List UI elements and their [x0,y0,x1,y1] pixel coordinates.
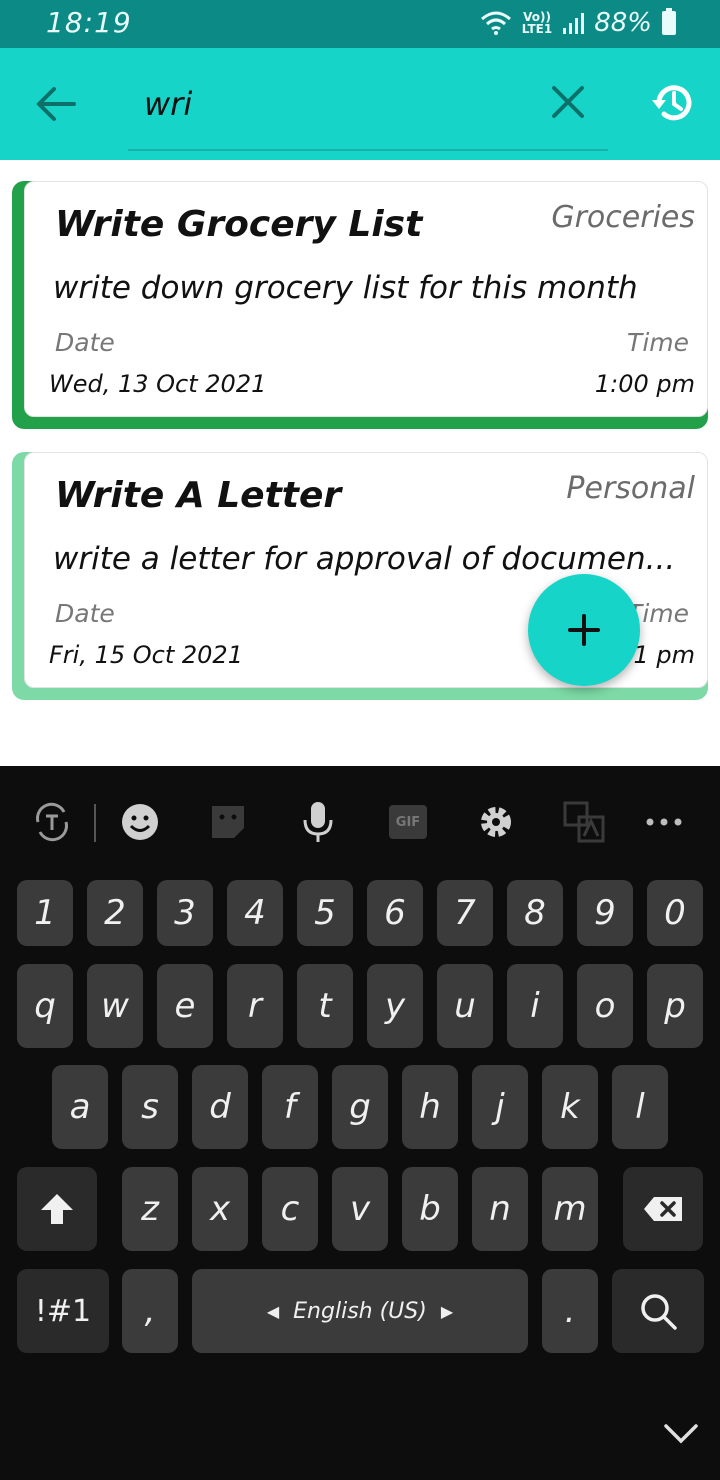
translate-screen-icon[interactable] [562,800,606,844]
key-o[interactable]: o [577,964,633,1048]
period-key[interactable]: . [542,1269,598,1353]
key-t[interactable]: t [297,964,353,1048]
search-input[interactable] [128,72,608,136]
key-y[interactable]: y [367,964,423,1048]
key-7[interactable]: 7 [437,880,493,946]
more-icon[interactable] [642,800,686,844]
key-w[interactable]: w [87,964,143,1048]
mic-icon[interactable] [296,800,340,844]
note-card-body: Write Grocery List Groceries write down … [24,181,708,417]
symbols-key[interactable]: !#1 [17,1269,109,1353]
key-2[interactable]: 2 [87,880,143,946]
keyboard-toolbar: GIF [0,766,720,876]
key-e[interactable]: e [157,964,213,1048]
key-q[interactable]: q [17,964,73,1048]
comma-key[interactable]: , [122,1269,178,1353]
key-l[interactable]: l [612,1065,668,1149]
add-note-button[interactable] [528,574,640,686]
battery-icon [662,8,676,35]
key-6[interactable]: 6 [367,880,423,946]
signal-icon [563,13,585,34]
note-title: Write A Letter [55,475,342,516]
on-screen-keyboard: GIF 1 2 3 4 5 6 7 8 9 0 q w e r t y u i … [0,766,720,1480]
key-z[interactable]: z [122,1167,178,1251]
note-time: 1:00 pm [594,370,695,398]
key-3[interactable]: 3 [157,880,213,946]
triangle-right-icon: ▶ [440,1301,454,1321]
key-r[interactable]: r [227,964,283,1048]
key-v[interactable]: v [332,1167,388,1251]
note-time: 1 pm [633,641,695,669]
history-icon[interactable] [648,78,698,128]
note-title: Write Grocery List [55,204,423,245]
network-type: Vo)) LTE1 [521,10,553,36]
key-j[interactable]: j [472,1065,528,1149]
note-category: Groceries [551,200,695,235]
key-k[interactable]: k [542,1065,598,1149]
key-5[interactable]: 5 [297,880,353,946]
key-x[interactable]: x [192,1167,248,1251]
key-g[interactable]: g [332,1065,388,1149]
shift-key[interactable] [17,1167,97,1251]
backspace-icon [644,1197,682,1221]
back-arrow-icon[interactable] [34,84,78,124]
note-category: Personal [566,471,695,506]
plus-icon [568,614,600,646]
sticker-icon[interactable] [206,800,250,844]
key-1[interactable]: 1 [17,880,73,946]
emoji-icon[interactable] [118,800,162,844]
backspace-key[interactable] [623,1167,703,1251]
triangle-left-icon: ◀ [266,1301,280,1321]
key-9[interactable]: 9 [577,880,633,946]
search-key[interactable] [612,1269,704,1353]
note-date: Fri, 15 Oct 2021 [49,641,243,669]
toolbar-divider [94,804,96,842]
key-s[interactable]: s [122,1065,178,1149]
key-h[interactable]: h [402,1065,458,1149]
key-f[interactable]: f [262,1065,318,1149]
space-language-label: English (US) [293,1298,427,1324]
gif-icon[interactable]: GIF [386,800,430,844]
note-date: Wed, 13 Oct 2021 [49,370,267,398]
key-n[interactable]: n [472,1167,528,1251]
key-8[interactable]: 8 [507,880,563,946]
close-icon[interactable] [550,84,586,120]
date-label: Date [55,328,115,357]
key-c[interactable]: c [262,1167,318,1251]
status-time: 18:19 [46,6,132,39]
key-u[interactable]: u [437,964,493,1048]
date-label: Date [55,599,115,628]
search-icon [641,1294,677,1330]
key-m[interactable]: m [542,1167,598,1251]
time-label: Time [627,328,689,357]
settings-icon[interactable] [474,800,518,844]
wifi-icon [480,11,511,35]
note-card[interactable]: Write Grocery List Groceries write down … [12,181,708,429]
translate-icon[interactable] [30,800,74,844]
shift-arrow-icon [41,1194,73,1224]
search-app-bar [0,48,720,160]
key-b[interactable]: b [402,1167,458,1251]
key-a[interactable]: a [52,1065,108,1149]
key-i[interactable]: i [507,964,563,1048]
key-d[interactable]: d [192,1065,248,1149]
search-underline [128,149,608,151]
note-description: write down grocery list for this month [53,270,638,306]
key-0[interactable]: 0 [647,880,703,946]
key-4[interactable]: 4 [227,880,283,946]
hide-keyboard-chevron-icon[interactable] [662,1418,700,1448]
note-description: write a letter for approval of documen..… [53,541,676,577]
status-bar: 18:19 Vo)) LTE1 88% [0,0,720,48]
key-p[interactable]: p [647,964,703,1048]
status-indicators: Vo)) LTE1 88% [480,8,676,38]
battery-percent: 88% [594,8,652,38]
space-key[interactable]: ◀ English (US) ▶ [192,1269,528,1353]
